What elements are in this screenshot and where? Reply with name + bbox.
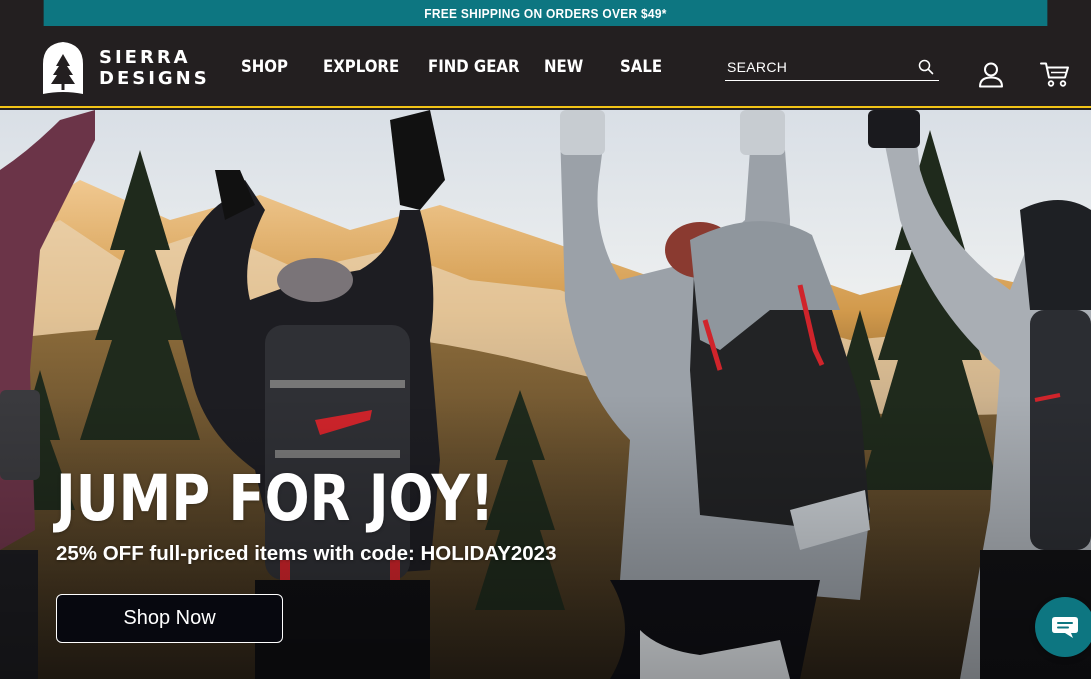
nav-find-gear[interactable]: FIND GEAR — [428, 57, 520, 77]
nav-shop[interactable]: SHOP — [241, 57, 288, 77]
chat-button[interactable] — [1035, 597, 1091, 657]
search-icon — [918, 59, 934, 74]
hero-title: JUMP FOR JOY! — [56, 462, 495, 535]
shop-now-button[interactable]: Shop Now — [56, 594, 283, 643]
logo-line-1: SIERRA — [99, 47, 191, 68]
logo-tree-badge-icon — [43, 42, 83, 94]
account-button[interactable] — [977, 61, 1005, 92]
main-nav: SHOP EXPLORE FIND GEAR NEW SALE — [241, 26, 698, 108]
search-bar — [725, 53, 939, 81]
promo-banner: FREE SHIPPING ON ORDERS OVER $49* — [43, 0, 1048, 26]
logo-line-2: DESIGNS — [99, 68, 210, 89]
search-button[interactable] — [913, 54, 939, 80]
hero-banner: JUMP FOR JOY! 25% OFF full-priced items … — [0, 110, 1091, 679]
nav-sale[interactable]: SALE — [620, 57, 662, 77]
hero-subtitle: 25% OFF full-priced items with code: HOL… — [56, 542, 557, 565]
nav-new[interactable]: NEW — [544, 57, 583, 77]
site-header: SIERRA DESIGNS SHOP EXPLORE FIND GEAR NE… — [0, 26, 1091, 108]
cart-icon — [1040, 62, 1069, 87]
user-icon — [979, 62, 1003, 88]
logo-wordmark: SIERRA DESIGNS — [99, 47, 210, 89]
promo-text: FREE SHIPPING ON ORDERS OVER $49* — [424, 5, 667, 21]
cart-button[interactable] — [1040, 61, 1070, 92]
logo-link[interactable]: SIERRA DESIGNS — [37, 40, 210, 96]
nav-explore[interactable]: EXPLORE — [323, 57, 399, 77]
search-input[interactable] — [725, 58, 913, 75]
chat-icon — [1052, 617, 1078, 638]
